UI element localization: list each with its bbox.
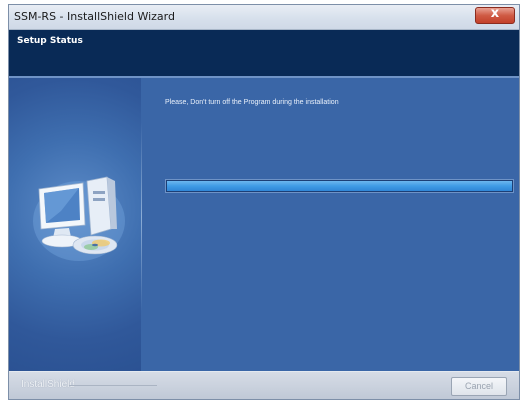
brand-divider [69,385,157,386]
page-title: Setup Status [17,36,83,46]
installshield-brand-label: InstallShield [21,379,75,390]
cancel-button[interactable]: Cancel [451,377,507,396]
computer-with-disc-icon [33,176,125,261]
progress-fill [167,181,512,191]
panel-divider [141,122,142,312]
installation-progress-bar [165,179,514,193]
content-area: Please, Don't turn off the Program durin… [9,78,519,371]
close-icon: x [490,6,500,21]
status-message: Please, Don't turn off the Program durin… [165,99,339,106]
window-title: SSM-RS - InstallShield Wizard [14,10,175,23]
header-banner: Setup Status [9,30,519,76]
close-button[interactable]: x [475,6,515,24]
side-graphic-panel [9,78,141,371]
installshield-wizard-window: SSM-RS - InstallShield Wizard x Setup St… [8,4,520,400]
title-bar[interactable]: SSM-RS - InstallShield Wizard x [9,5,519,30]
button-bar: InstallShield Cancel [9,371,519,399]
